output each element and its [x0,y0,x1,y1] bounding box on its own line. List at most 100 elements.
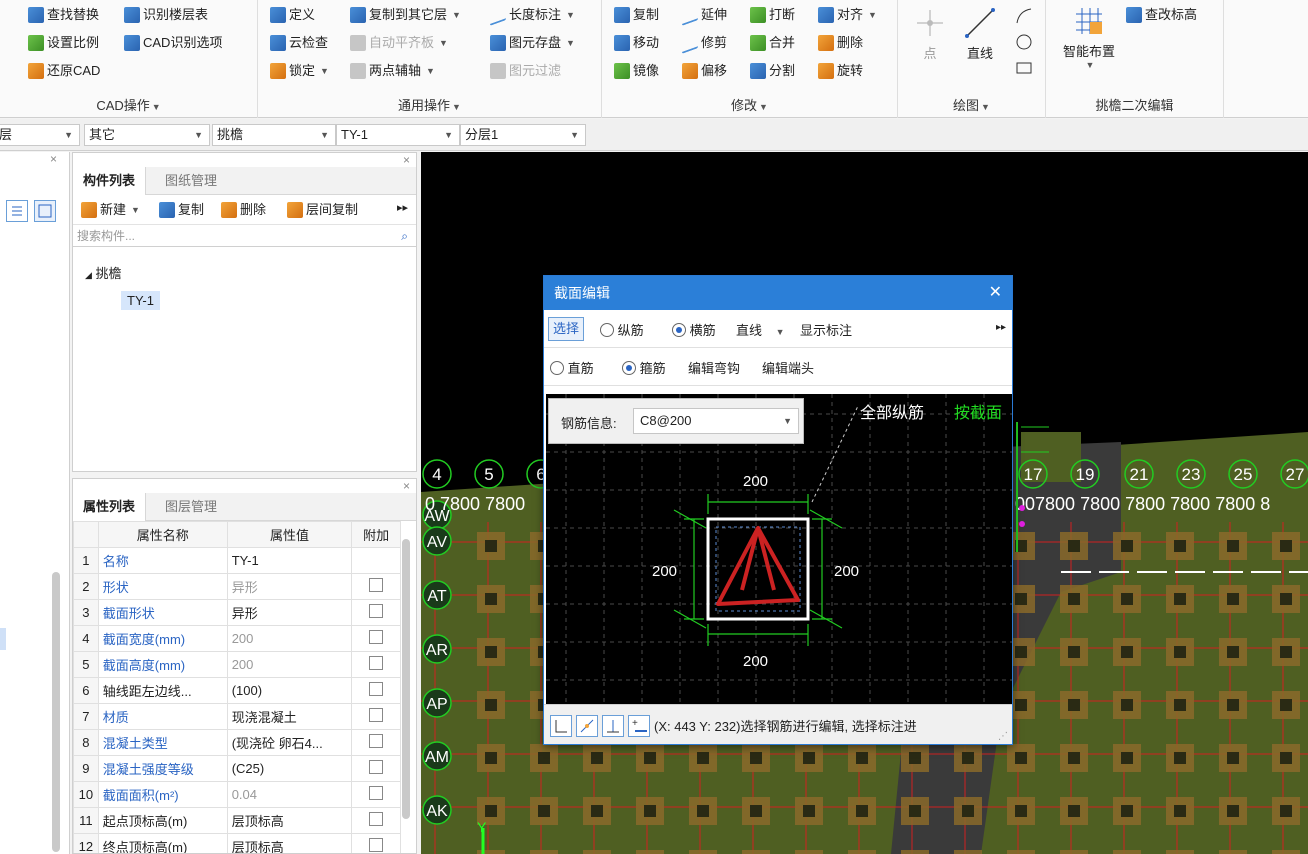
lock-button[interactable]: 锁定 ▼ [270,60,329,82]
search-input[interactable]: 搜索构件... ⌕ [73,225,416,247]
more-icon[interactable]: ▸▸ [397,201,408,214]
property-value[interactable]: 0.04 [226,781,353,808]
floor-copy-button[interactable]: 层间复制 [287,199,358,221]
property-value[interactable]: 现浇混凝土 [226,703,353,730]
oblique-snap-button[interactable] [576,715,598,737]
identify-floor-table-button[interactable]: 识别楼层表 [124,4,208,26]
checkbox[interactable] [369,604,384,618]
delete-button[interactable]: 删除 [818,32,863,54]
radio-longitudinal[interactable]: 纵筋 [600,320,644,339]
tree-item-ty1[interactable]: TY-1 [121,291,160,310]
split-button[interactable]: 分割 [750,60,795,82]
length-dimension-button[interactable]: 长度标注 ▼ [490,4,575,26]
table-row[interactable]: 8 混凝土类型 (现浇砼 卵石4... [73,729,401,756]
modify-group-label[interactable]: 修改 ▼ [602,95,897,114]
layer-select[interactable]: 层 ▼ [0,124,80,146]
table-row[interactable]: 11 起点顶标高(m) 层顶标高 [73,807,401,834]
orthogonal-snap-button[interactable] [550,715,572,737]
dim-top-text[interactable]: 200 [743,473,768,490]
copy-to-layer-button[interactable]: 复制到其它层 ▼ [350,4,461,26]
type-select[interactable]: 挑檐 ▼ [212,124,336,146]
property-value[interactable]: 异形 [226,573,353,600]
close-icon[interactable]: ✕ [989,276,1002,310]
radio-straight[interactable]: 直筋 [550,358,594,377]
copy-button[interactable]: 复制 [614,4,659,26]
two-point-axis-button[interactable]: 两点辅轴 ▼ [350,60,435,82]
dim-right-text[interactable]: 200 [834,563,859,580]
line-button[interactable]: 直线 [960,6,1000,68]
scrollbar[interactable] [402,539,410,819]
auto-align-slab-button[interactable]: 自动平齐板 ▼ [350,32,448,54]
delete-component-button[interactable]: 删除 [221,199,266,221]
find-replace-button[interactable]: 查找替换 [28,4,99,26]
property-value[interactable]: (现浇砼 卵石4... [226,729,353,756]
mirror-button[interactable]: 镜像 [614,60,659,82]
align-button[interactable]: 对齐 ▼ [818,4,877,26]
list-view-button[interactable] [6,200,28,222]
merge-button[interactable]: 合并 [750,32,795,54]
property-value[interactable]: TY-1 [226,547,353,574]
table-row[interactable]: 1 名称 TY-1 [73,547,401,574]
section-canvas[interactable]: 200 200 200 200 全部纵筋 按截面 钢筋信息: C8@200 ▼ [546,394,1012,706]
draw-group-label[interactable]: 绘图 ▼ [898,95,1045,114]
tree-group-eave[interactable]: ◢ 挑檐 [85,263,122,282]
property-value[interactable]: 200 [226,651,353,678]
general-group-label[interactable]: 通用操作 ▼ [258,95,601,114]
close-icon[interactable]: × [403,153,410,167]
set-scale-button[interactable]: 设置比例 [28,32,99,54]
table-row[interactable]: 10 截面面积(m²) 0.04 [73,781,401,808]
arc-tool-button[interactable] [1014,6,1034,26]
checkbox[interactable] [369,630,384,644]
detail-view-button[interactable] [34,200,56,222]
tab-property-list[interactable]: 属性列表 [73,493,147,521]
more-icon[interactable]: ▸▸ [996,322,1006,333]
checkbox[interactable] [369,734,384,748]
property-value[interactable]: (C25) [226,755,353,782]
component-select[interactable]: TY-1 ▼ [336,124,460,146]
table-row[interactable]: 12 终点顶标高(m) 层顶标高 [73,833,401,853]
checkbox[interactable] [369,682,384,696]
extend-button[interactable]: 延伸 [682,4,727,26]
table-row[interactable]: 5 截面高度(mm) 200 [73,651,401,678]
line-mode-dropdown[interactable]: 直线 ▼ [736,320,785,339]
dim-left-text[interactable]: 200 [652,563,677,580]
property-value[interactable]: (100) [226,677,353,704]
element-filter-button[interactable]: 图元过滤 [490,60,561,82]
trim-button[interactable]: 修剪 [682,32,727,54]
table-row[interactable]: 3 截面形状 异形 [73,599,401,626]
tab-component-list[interactable]: 构件列表 [73,167,147,195]
offset-button[interactable]: 偏移 [682,60,727,82]
copy-component-button[interactable]: 复制 [159,199,204,221]
move-button[interactable]: 移动 [614,32,659,54]
edit-end-button[interactable]: 编辑端头 [762,358,814,377]
rebar-info-input[interactable]: C8@200 ▼ [633,408,799,434]
tab-layer-management[interactable]: 图层管理 [155,493,227,521]
all-rebars-label[interactable]: 全部纵筋 [860,404,924,422]
perpendicular-snap-button[interactable] [602,715,624,737]
select-button[interactable]: 选择 [548,317,585,341]
checkbox[interactable] [369,578,384,592]
define-button[interactable]: 定义 [270,4,315,26]
restore-cad-button[interactable]: 还原CAD [28,60,100,82]
radio-stirrup[interactable]: 箍筋 [622,358,666,377]
table-row[interactable]: 6 轴线距左边线... (100) [73,677,401,704]
checkbox[interactable] [369,708,384,722]
category-select[interactable]: 其它 ▼ [84,124,210,146]
search-icon[interactable]: ⌕ [401,225,408,247]
sublayer-select[interactable]: 分层1 ▼ [460,124,586,146]
cad-options-button[interactable]: CAD识别选项 [124,32,222,54]
show-annotation-button[interactable]: 显示标注 [800,320,852,339]
scrollbar[interactable] [52,572,60,852]
table-row[interactable]: 9 混凝土强度等级 (C25) [73,755,401,782]
close-icon[interactable]: × [403,479,410,493]
rect-tool-button[interactable] [1014,58,1034,78]
property-value[interactable]: 200 [226,625,353,652]
dialog-titlebar[interactable]: 截面编辑 ✕ [544,276,1012,310]
checkbox[interactable] [369,760,384,774]
by-section-label[interactable]: 按截面 [954,404,1002,422]
checkbox[interactable] [369,838,384,852]
table-row[interactable]: 4 截面宽度(mm) 200 [73,625,401,652]
circle-tool-button[interactable] [1014,32,1034,52]
break-button[interactable]: 打断 [750,4,795,26]
check-elevation-button[interactable]: 查改标高 [1126,4,1197,26]
